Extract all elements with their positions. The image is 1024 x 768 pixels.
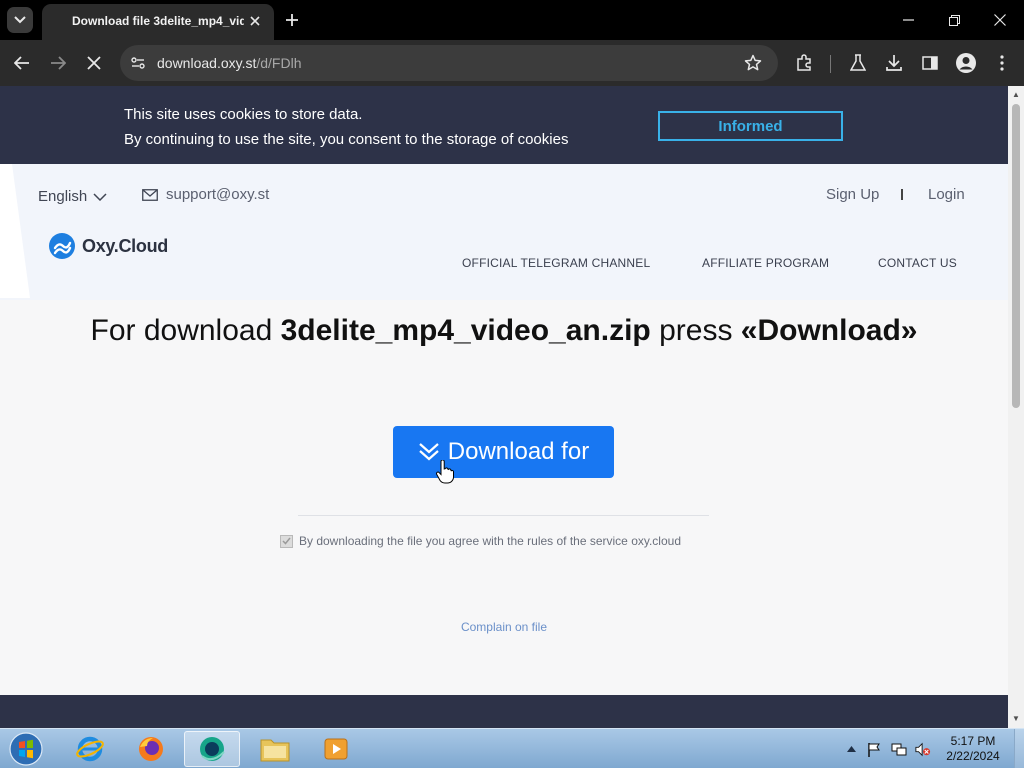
url-text: download.oxy.st/d/FDlh xyxy=(157,55,301,71)
windows-orb-icon xyxy=(9,732,43,766)
complain-link-row: Complain on file xyxy=(0,620,1008,634)
download-button-label: Download for xyxy=(447,438,590,465)
volume-muted-icon[interactable] xyxy=(915,741,931,757)
scroll-up-arrow-icon[interactable]: ▲ xyxy=(1012,90,1020,99)
folder-icon xyxy=(260,739,290,762)
taskbar-media-player[interactable] xyxy=(308,731,364,767)
agreement-text: By downloading the file you agree with t… xyxy=(299,534,681,548)
nav-contact-us[interactable]: CONTACT US xyxy=(878,256,957,270)
headline-prefix: For download xyxy=(90,314,281,347)
oxy-cloud-logo-icon xyxy=(49,233,75,259)
bookmark-star-icon[interactable] xyxy=(744,54,762,72)
site-logo[interactable]: Oxy.Cloud xyxy=(48,232,168,260)
restore-icon[interactable] xyxy=(944,10,964,30)
support-email: support@oxy.st xyxy=(166,186,270,203)
cookie-line-1: This site uses cookies to store data. xyxy=(124,106,363,123)
headline-action: «Download» xyxy=(740,314,918,347)
site-header: English support@oxy.st Sign Up Login Oxy… xyxy=(0,164,1008,300)
back-arrow-icon[interactable] xyxy=(10,51,34,75)
scrollbar-thumb[interactable] xyxy=(1012,104,1020,408)
decorative-shape xyxy=(0,164,30,298)
action-center-flag-icon[interactable] xyxy=(866,741,882,757)
windows-taskbar: 5:17 PM 2/22/2024 xyxy=(0,728,1024,768)
tab-title: Download file 3delite_mp4_video_an.zip xyxy=(72,14,244,28)
clock-time: 5:17 PM xyxy=(950,734,996,748)
forward-arrow-icon[interactable] xyxy=(46,51,70,75)
login-link[interactable]: Login xyxy=(928,186,965,203)
show-hidden-icons-arrow-icon[interactable] xyxy=(843,741,859,757)
browser-tab-bar: Download file 3delite_mp4_video_an.zip xyxy=(0,0,1024,40)
site-footer xyxy=(0,695,1008,728)
download-button[interactable]: Download for xyxy=(393,426,614,478)
network-icon[interactable] xyxy=(891,741,907,757)
headline-middle: press xyxy=(650,314,741,347)
side-panel-icon[interactable] xyxy=(918,51,942,75)
content-divider xyxy=(298,515,709,516)
checkmark-icon xyxy=(282,537,291,545)
download-headline: For download 3delite_mp4_video_an.zip pr… xyxy=(0,314,1008,348)
show-desktop-button[interactable] xyxy=(1014,729,1024,768)
cookie-line-2: By continuing to use the site, you conse… xyxy=(124,131,569,148)
new-tab-plus-icon[interactable] xyxy=(282,10,302,30)
complain-link[interactable]: Complain on file xyxy=(461,620,547,634)
url-path: /d/FDlh xyxy=(256,55,302,71)
labs-flask-icon[interactable] xyxy=(846,51,870,75)
menu-kebab-icon[interactable] xyxy=(990,51,1014,75)
screen: Download file 3delite_mp4_video_an.zip xyxy=(0,0,1024,768)
site-info-icon[interactable] xyxy=(130,55,146,71)
support-email-link[interactable]: support@oxy.st xyxy=(142,186,269,203)
cookie-message: This site uses cookies to store data. By… xyxy=(124,102,568,152)
close-window-icon[interactable] xyxy=(990,10,1010,30)
nav-telegram-channel[interactable]: OFFICIAL TELEGRAM CHANNEL xyxy=(462,256,650,270)
language-selector[interactable]: English xyxy=(38,188,107,205)
auth-separator xyxy=(901,189,903,200)
taskbar-internet-explorer[interactable] xyxy=(62,731,118,767)
sign-up-link[interactable]: Sign Up xyxy=(826,186,879,203)
stop-loading-icon[interactable] xyxy=(82,51,106,75)
scroll-down-arrow-icon[interactable]: ▼ xyxy=(1012,714,1020,723)
mail-icon xyxy=(142,188,158,201)
chrome-browser-icon xyxy=(200,737,225,761)
logo-text: Oxy.Cloud xyxy=(82,235,168,256)
start-button[interactable] xyxy=(6,731,46,767)
url-host: download.oxy.st xyxy=(157,55,257,71)
language-label: English xyxy=(38,188,88,205)
agreement-checkbox[interactable] xyxy=(280,534,293,548)
tab-close-icon[interactable] xyxy=(246,12,264,30)
firefox-icon xyxy=(139,737,163,761)
downloads-icon[interactable] xyxy=(882,51,906,75)
file-name: 3delite_mp4_video_an.zip xyxy=(280,314,651,347)
hand-cursor-icon xyxy=(436,460,454,484)
internet-explorer-icon xyxy=(76,736,104,762)
taskbar-chrome-active[interactable] xyxy=(184,731,240,767)
page-scrollbar[interactable]: ▲ ▼ xyxy=(1008,86,1024,728)
chevron-down-icon xyxy=(93,192,107,201)
informed-button[interactable]: Informed xyxy=(658,111,843,141)
nav-affiliate-program[interactable]: AFFILIATE PROGRAM xyxy=(702,256,829,270)
agreement-row: By downloading the file you agree with t… xyxy=(280,534,681,548)
system-clock[interactable]: 5:17 PM 2/22/2024 xyxy=(936,734,1010,764)
toolbar-separator xyxy=(830,55,831,73)
extensions-icon[interactable] xyxy=(792,51,816,75)
browser-tab[interactable]: Download file 3delite_mp4_video_an.zip xyxy=(42,4,274,40)
page-viewport: This site uses cookies to store data. By… xyxy=(0,86,1008,728)
clock-date: 2/22/2024 xyxy=(946,749,1000,763)
taskbar-file-explorer[interactable] xyxy=(247,731,303,767)
taskbar-firefox[interactable] xyxy=(123,731,179,767)
cookie-banner: This site uses cookies to store data. By… xyxy=(0,86,1008,164)
profile-avatar-icon[interactable] xyxy=(954,51,978,75)
browser-toolbar: download.oxy.st/d/FDlh xyxy=(0,40,1024,86)
minimize-icon[interactable] xyxy=(898,10,918,30)
address-bar[interactable]: download.oxy.st/d/FDlh xyxy=(120,45,778,81)
media-player-icon xyxy=(324,738,348,760)
tab-search-chevron-icon[interactable] xyxy=(7,7,33,33)
double-chevron-down-icon xyxy=(419,443,439,461)
